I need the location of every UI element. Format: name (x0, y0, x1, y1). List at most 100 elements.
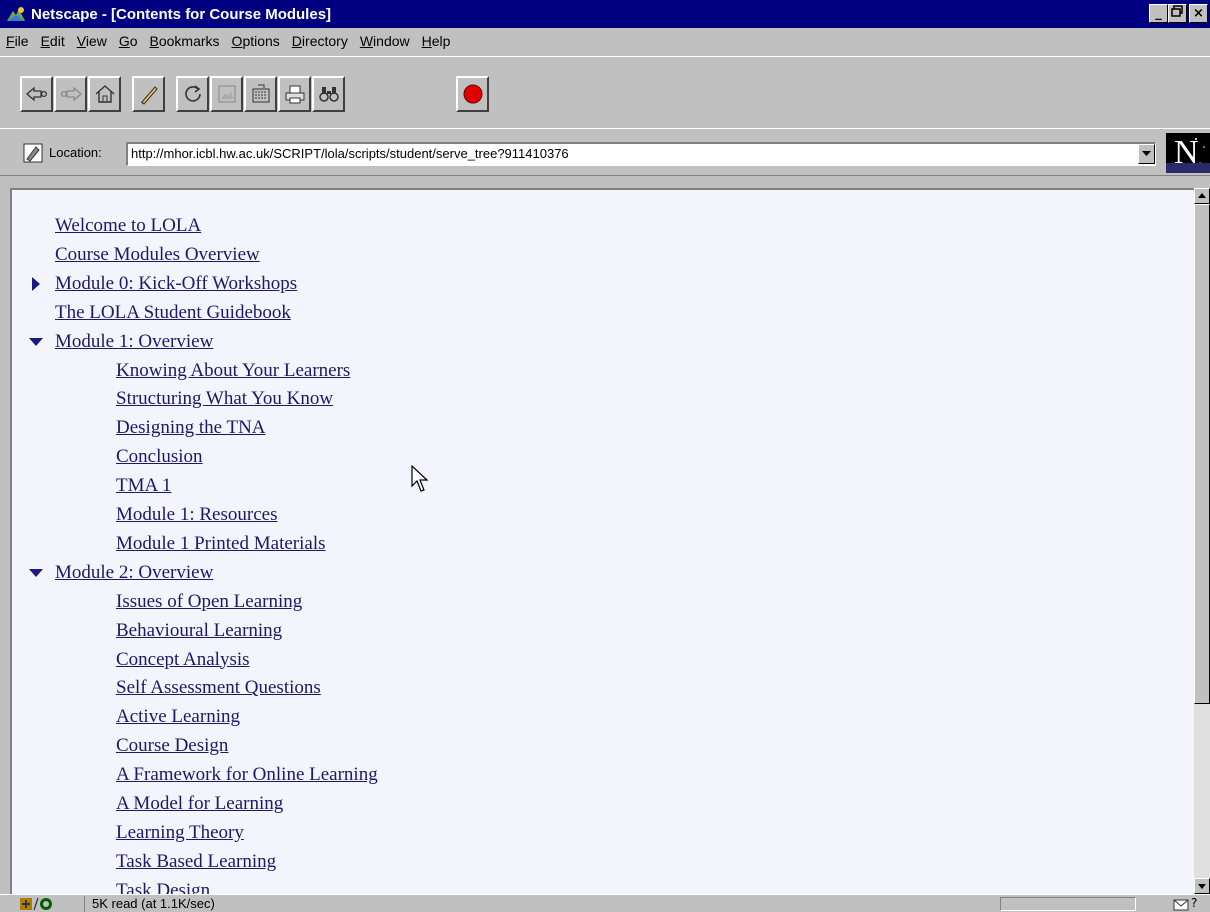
tree-link[interactable]: Course Design (116, 735, 228, 756)
menu-mnemonic: F (6, 33, 15, 49)
tree-row: Behavioural Learning (116, 619, 282, 648)
tree-link[interactable]: Self Assessment Questions (116, 677, 321, 698)
menu-mnemonic: D (291, 33, 302, 49)
tree-row: Module 1: Overview (29, 330, 213, 359)
tree-link[interactable]: Knowing About Your Learners (116, 360, 350, 381)
tree-link[interactable]: Module 1 Printed Materials (116, 533, 326, 554)
tree-row: Issues of Open Learning (116, 590, 302, 619)
tree-link[interactable]: A Framework for Online Learning (116, 764, 378, 785)
tree-link[interactable]: The LOLA Student Guidebook (55, 302, 291, 323)
chevron-down-icon (1142, 151, 1151, 156)
location-dropdown-button[interactable] (1138, 144, 1155, 164)
find-button[interactable] (312, 76, 345, 112)
svg-text:?: ? (1191, 896, 1197, 910)
tree-link[interactable]: Module 0: Kick-Off Workshops (55, 273, 297, 294)
tree-link[interactable]: TMA 1 (116, 475, 171, 496)
home-button[interactable] (88, 76, 121, 112)
open-button[interactable] (244, 76, 277, 112)
close-button[interactable]: × (1189, 4, 1208, 23)
mail-icon[interactable]: ? (1172, 896, 1202, 912)
edit-icon (140, 86, 158, 105)
tree-row: Structuring What You Know (116, 387, 333, 416)
home-icon (95, 85, 114, 103)
scroll-down-button[interactable] (1194, 878, 1210, 894)
mouse-pointer-icon (411, 465, 429, 492)
tree-row: Task Design (116, 879, 210, 894)
tree-link[interactable]: Designing the TNA (116, 417, 266, 438)
scroll-thumb[interactable] (1194, 204, 1210, 704)
maximize-button[interactable] (1168, 4, 1187, 23)
menu-options[interactable]: Options (226, 33, 286, 49)
menu-mnemonic: B (149, 33, 159, 49)
menu-edit[interactable]: Edit (35, 33, 71, 49)
menu-view[interactable]: View (71, 33, 113, 49)
menu-window[interactable]: Window (354, 33, 416, 49)
triangle-down-icon[interactable] (29, 334, 43, 350)
reload-icon (184, 85, 201, 102)
forward-button[interactable] (54, 76, 87, 112)
tree-link[interactable]: Issues of Open Learning (116, 591, 302, 612)
reload-button[interactable] (176, 76, 209, 112)
tree-link[interactable]: Task Design (116, 880, 210, 894)
menu-file[interactable]: File (0, 33, 35, 49)
navigation-toolbar (0, 56, 1210, 126)
menu-bar: File Edit View Go Bookmarks Options Directory W… (0, 28, 1210, 54)
tree-link[interactable]: Welcome to LOLA (55, 215, 201, 236)
open-icon (252, 84, 269, 103)
tree-row: Active Learning (116, 705, 240, 734)
tree-link[interactable]: Active Learning (116, 706, 240, 727)
security-key-icon[interactable] (18, 896, 56, 912)
tree-row: TMA 1 (116, 474, 171, 503)
tree-row: A Model for Learning (116, 792, 283, 821)
tree-link[interactable]: Concept Analysis (116, 649, 250, 670)
menu-go[interactable]: Go (113, 33, 144, 49)
content-area: Welcome to LOLA Course Modules Overview Mo… (10, 188, 1194, 894)
menu-label: dit (49, 33, 65, 49)
triangle-right-icon[interactable] (29, 276, 43, 292)
menu-mnemonic: W (359, 33, 374, 49)
tree-link[interactable]: Learning Theory (116, 822, 244, 843)
tree-link[interactable]: Module 1: Overview (55, 331, 213, 352)
tree-row: Task Based Learning (116, 850, 276, 879)
location-input[interactable]: http://mhor.icbl.hw.ac.uk/SCRIPT/lola/sc… (126, 142, 1156, 166)
tree-row: A Framework for Online Learning (116, 763, 378, 792)
bookmark-quickfile-icon[interactable] (22, 142, 44, 164)
minimize-button[interactable]: _ (1149, 4, 1168, 23)
tree-link[interactable]: Behavioural Learning (116, 620, 282, 641)
menu-label: ile (14, 33, 29, 49)
tree-row: Concept Analysis (116, 648, 250, 677)
netscape-logo[interactable]: N (1166, 133, 1210, 173)
tree-link[interactable]: Module 2: Overview (55, 562, 213, 583)
tree-row: Self Assessment Questions (116, 676, 321, 705)
arrow-down-icon (1198, 884, 1206, 889)
menu-directory[interactable]: Directory (286, 33, 354, 49)
menu-bookmarks[interactable]: Bookmarks (144, 33, 226, 49)
tree-link[interactable]: Task Based Learning (116, 851, 276, 872)
netscape-logo-letter: N (1174, 134, 1199, 171)
tree-row: Conclusion (116, 445, 203, 474)
print-button[interactable] (278, 76, 311, 112)
tree-row: Course Design (116, 734, 228, 763)
back-button[interactable] (20, 76, 53, 112)
edit-button[interactable] (132, 76, 165, 112)
menu-label: o (129, 33, 138, 49)
menu-label: ptions (242, 33, 280, 49)
tree-link[interactable]: Conclusion (116, 446, 203, 467)
netscape-app-icon[interactable] (5, 5, 27, 23)
tree-link[interactable]: A Model for Learning (116, 793, 283, 814)
tree-link[interactable]: Structuring What You Know (116, 388, 333, 409)
restore-icon (1171, 5, 1183, 17)
location-bar: Location: http://mhor.icbl.hw.ac.uk/SCRI… (0, 128, 1210, 176)
print-icon (285, 85, 304, 104)
tree-row: Designing the TNA (116, 416, 266, 445)
stop-button[interactable] (456, 76, 489, 112)
tree-link[interactable]: Module 1: Resources (116, 504, 277, 525)
menu-mnemonic: O (231, 33, 243, 49)
tree-row: Welcome to LOLA (55, 214, 201, 243)
triangle-down-icon[interactable] (29, 565, 43, 581)
menu-help[interactable]: Help (416, 33, 457, 49)
images-button[interactable] (210, 76, 243, 112)
scroll-up-button[interactable] (1194, 188, 1210, 204)
tree-link[interactable]: Course Modules Overview (55, 244, 260, 265)
vertical-scrollbar[interactable] (1194, 188, 1210, 894)
